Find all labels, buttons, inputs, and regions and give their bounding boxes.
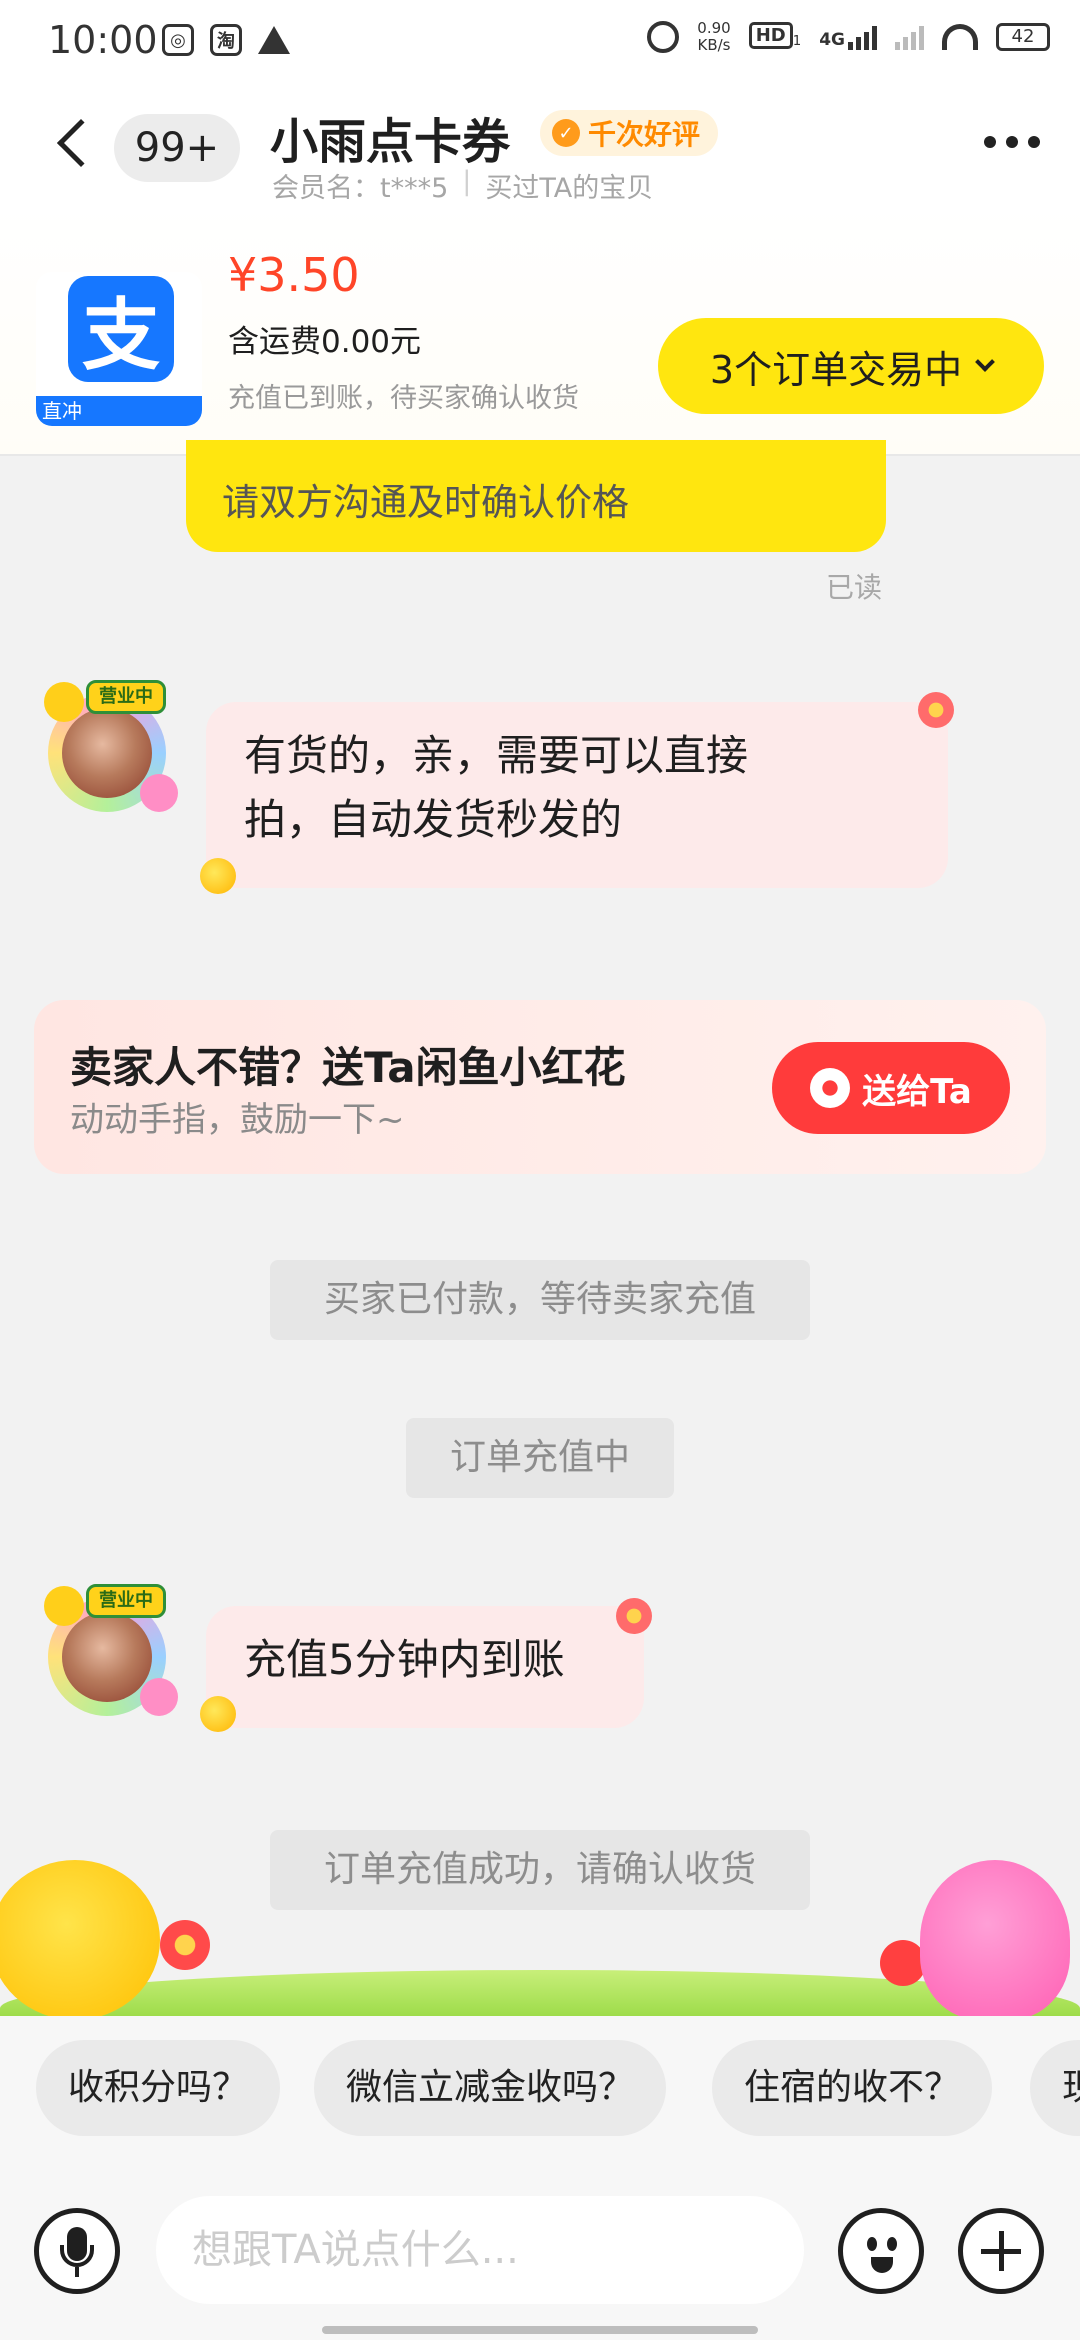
product-image[interactable]: 支 直冲 — [36, 272, 202, 426]
rating-badge-label: 千次好评 — [588, 118, 701, 151]
send-flower-label: 送给Ta — [862, 1071, 972, 1112]
order-price: ¥3.50 — [228, 248, 360, 302]
signal-bars-2-icon — [895, 24, 924, 50]
thumb-icon: ✓ — [552, 119, 580, 147]
rating-badge[interactable]: ✓ 千次好评 — [540, 110, 719, 156]
quick-reply-chip[interactable]: 收积分吗？ — [36, 2040, 281, 2136]
chat-title: 小雨点卡券 — [270, 114, 511, 170]
app-notification-icon: ◎ — [162, 24, 194, 56]
flower-icon — [616, 1598, 652, 1634]
message-input[interactable]: 想跟TA说点什么... — [156, 2196, 804, 2304]
hd-sub: 1 — [792, 34, 802, 50]
flower-icon — [160, 1920, 210, 1970]
message-line: 有货的，亲，需要可以直接 — [244, 731, 749, 780]
net-type-label: 4G — [819, 30, 845, 50]
message-line: 充值5分钟内到账 — [244, 1635, 565, 1684]
chick-mascot-icon — [0, 1860, 160, 2016]
orders-in-progress-label: 3个订单交易中 — [709, 347, 963, 392]
wifi-icon — [942, 24, 978, 50]
chick-icon — [44, 1586, 84, 1626]
more-icon[interactable] — [984, 136, 1040, 148]
flower-icon — [810, 1068, 851, 1108]
avatar-photo — [62, 708, 152, 798]
status-left-icons: ◎ 淘 — [162, 24, 290, 56]
gift-card-subtitle: 动动手指，鼓励一下~ — [70, 1100, 405, 1140]
status-time: 10:00 — [48, 18, 158, 62]
order-status: 充值已到账，待买家确认收货 — [228, 383, 579, 414]
chat-header: 99+ 小雨点卡券 ✓ 千次好评 会员名：t***5 | 买过TA的宝贝 — [0, 84, 1080, 206]
quick-reply-chip[interactable]: 住宿的收不？ — [712, 2040, 993, 2136]
system-message: 订单充值中 — [406, 1418, 674, 1498]
chevron-down-icon — [975, 352, 995, 372]
network-speed-value: 0.90 — [697, 19, 731, 37]
gift-flower-card: 卖家人不错？送Ta闲鱼小红花 动动手指，鼓励一下~ 送给Ta — [34, 1000, 1046, 1174]
plus-icon[interactable] — [958, 2208, 1044, 2294]
alipay-logo-icon: 支 — [68, 276, 174, 382]
octopus-mascot-icon — [920, 1860, 1070, 2016]
avatar-status-tag: 营业中 — [86, 1584, 166, 1618]
signal-4g-icon: 4G — [819, 24, 877, 50]
flower-icon — [918, 692, 954, 728]
status-right-icons: 0.90 KB/s HD 1 4G 42 — [647, 20, 1050, 54]
gift-card-title: 卖家人不错？送Ta闲鱼小红花 — [70, 1043, 626, 1092]
warning-icon — [258, 26, 290, 54]
system-message: 买家已付款，等待卖家充值 — [270, 1260, 810, 1340]
status-bar: 10:00 ◎ 淘 0.90 KB/s HD 1 4G 42 — [0, 0, 1080, 84]
back-icon[interactable] — [50, 114, 106, 174]
taobao-icon: 淘 — [210, 24, 242, 56]
octopus-icon — [140, 1678, 178, 1716]
send-flower-button[interactable]: 送给Ta — [772, 1042, 1010, 1134]
purchased-link[interactable]: 买过TA的宝贝 — [485, 166, 653, 205]
battery-icon: 42 — [996, 23, 1050, 51]
alarm-icon — [647, 21, 680, 53]
octopus-icon — [140, 774, 178, 812]
self-message-bubble[interactable]: 请双方沟通及时确认价格 — [186, 440, 886, 552]
system-message: 订单充值成功，请确认收货 — [270, 1830, 810, 1910]
subline-divider: | — [462, 166, 472, 197]
orders-in-progress-button[interactable]: 3个订单交易中 — [658, 318, 1044, 414]
seller-message-bubble[interactable]: 充值5分钟内到账 — [206, 1606, 644, 1728]
home-indicator[interactable] — [322, 2326, 758, 2334]
network-speed: 0.90 KB/s — [697, 20, 730, 54]
avatar-photo — [62, 1612, 152, 1702]
member-name: 会员名：t***5 — [272, 173, 449, 204]
hd-badge: HD 1 — [748, 21, 802, 50]
header-subline: 会员名：t***5 | 买过TA的宝贝 — [272, 166, 653, 205]
seller-avatar[interactable]: 营业中 — [40, 1584, 180, 1724]
order-shipping: 含运费0.00元 — [228, 324, 422, 360]
signal-bars-icon — [848, 24, 877, 50]
network-speed-unit: KB/s — [697, 36, 731, 54]
product-band-label: 直冲 — [36, 396, 202, 426]
chick-icon — [200, 858, 236, 894]
mic-icon[interactable] — [34, 2208, 120, 2294]
quick-reply-chip[interactable]: 微信立减金收吗？ — [314, 2040, 667, 2136]
read-status: 已读 — [826, 571, 883, 604]
seller-message-bubble[interactable]: 有货的，亲，需要可以直接 拍，自动发货秒发的 — [206, 702, 948, 888]
avatar-status-tag: 营业中 — [86, 680, 166, 714]
chick-icon — [44, 682, 84, 722]
input-bar: 想跟TA说点什么... — [0, 2162, 1080, 2340]
emoji-icon[interactable] — [838, 2208, 924, 2294]
order-card[interactable]: 支 直冲 ¥3.50 含运费0.00元 充值已到账，待买家确认收货 3个订单交易… — [0, 206, 1080, 456]
seller-avatar[interactable]: 营业中 — [40, 680, 180, 820]
quick-reply-chip[interactable]: 现 — [1030, 2040, 1080, 2136]
message-line: 拍，自动发货秒发的 — [244, 795, 623, 844]
quick-reply-bar: 收积分吗？ 微信立减金收吗？ 住宿的收不？ 现 — [0, 2016, 1080, 2162]
unread-count-badge[interactable]: 99+ — [114, 114, 240, 182]
chick-icon — [200, 1696, 236, 1732]
